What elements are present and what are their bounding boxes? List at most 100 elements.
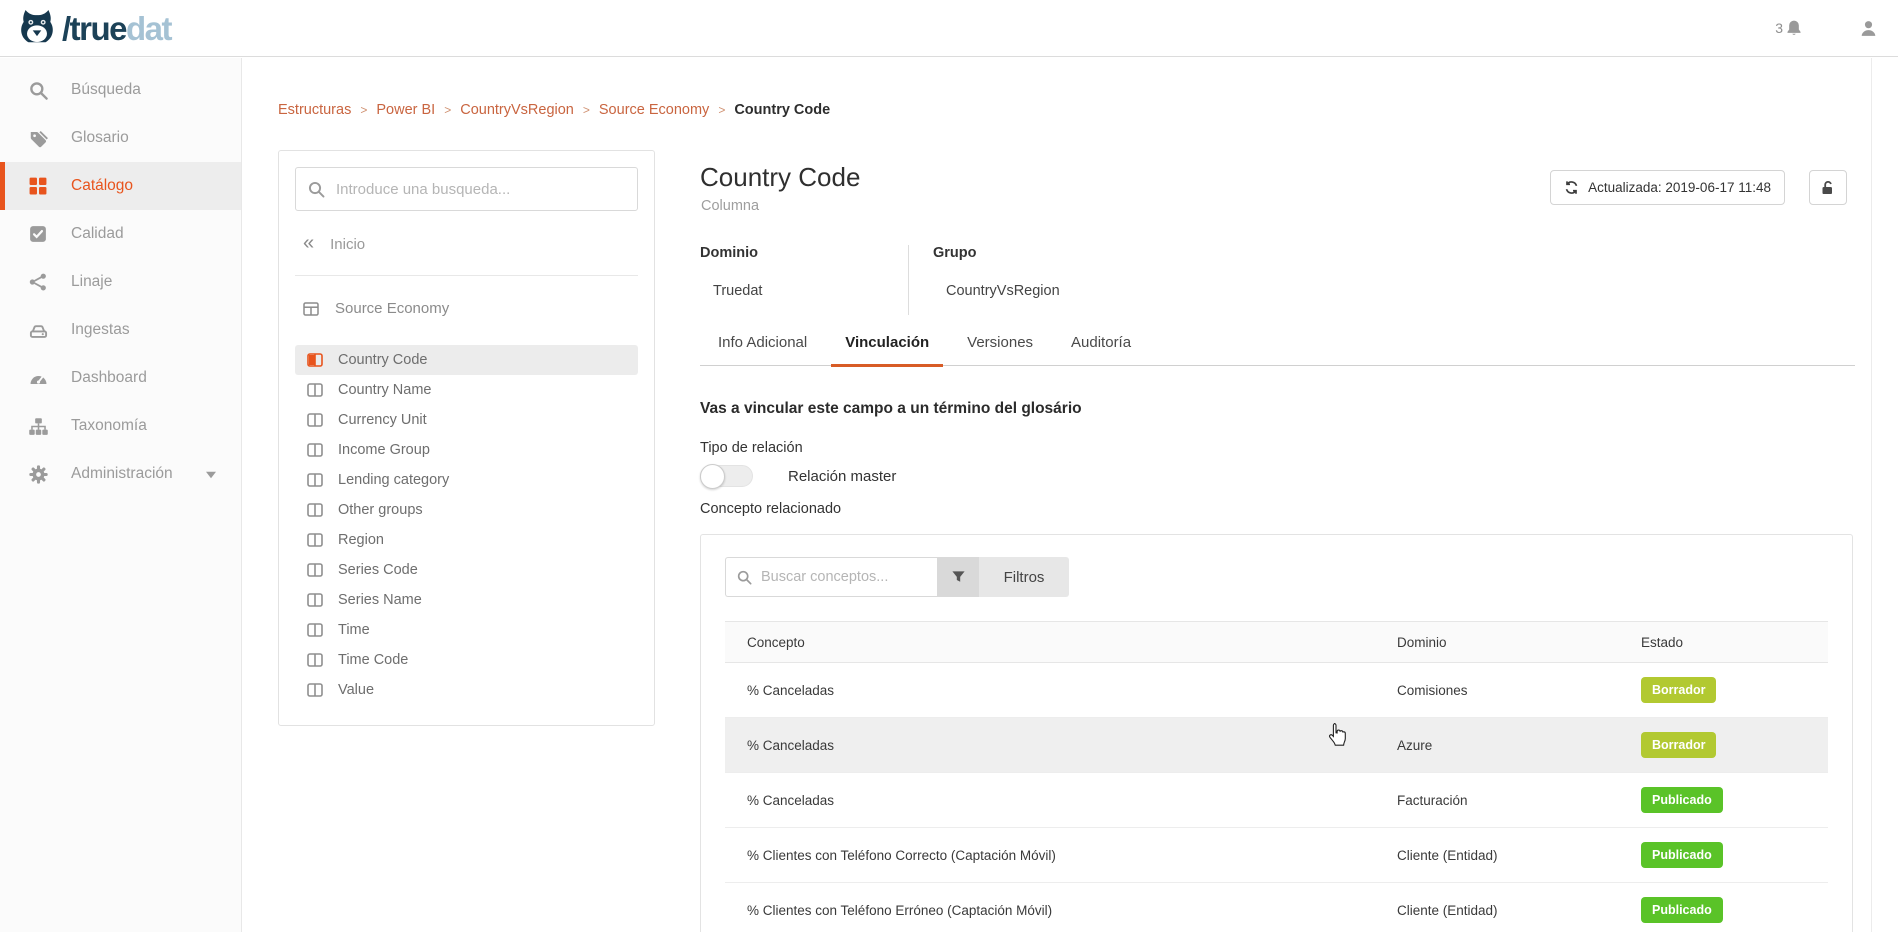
structure-column-country-name[interactable]: Country Name — [295, 375, 638, 405]
glossary-link-section: Vas a vincular este campo a un término d… — [700, 390, 1082, 517]
table-row[interactable]: % Clientes con Teléfono Correcto (Captac… — [725, 828, 1828, 883]
column-label: Other groups — [338, 502, 423, 518]
breadcrumb-separator: > — [718, 103, 725, 117]
structure-search-input[interactable] — [336, 181, 625, 198]
meta-label: Dominio — [700, 245, 908, 261]
column-icon — [307, 653, 323, 667]
table-row[interactable]: % CanceladasComisionesBorrador — [725, 663, 1828, 718]
status-badge: Borrador — [1641, 677, 1716, 703]
sidebar-item-busqueda[interactable]: Búsqueda — [0, 66, 241, 114]
toggle-knob — [700, 464, 725, 489]
updated-button[interactable]: Actualizada: 2019-06-17 11:48 — [1550, 170, 1785, 205]
sidebar-item-label: Glosario — [71, 129, 129, 147]
sidebar-item-administracion[interactable]: Administración — [0, 450, 241, 498]
column-label: Series Name — [338, 592, 422, 608]
detail-actions: Actualizada: 2019-06-17 11:48 — [1550, 170, 1847, 205]
concepts-search-row: Filtros — [725, 557, 1828, 597]
gear-icon — [29, 465, 48, 484]
structure-column-time[interactable]: Time — [295, 615, 638, 645]
structure-back-link[interactable]: « Inicio — [303, 236, 638, 253]
status-badge: Publicado — [1641, 897, 1723, 923]
meta-value: Truedat — [713, 283, 908, 299]
structure-parent-item[interactable]: Source Economy — [303, 300, 638, 317]
user-menu-button[interactable] — [1859, 19, 1878, 38]
concepts-search-input[interactable] — [761, 569, 926, 585]
structure-column-other-groups[interactable]: Other groups — [295, 495, 638, 525]
top-navbar: /truedat 3 — [0, 0, 1898, 57]
breadcrumb-link-countryvsregion[interactable]: CountryVsRegion — [460, 102, 574, 118]
notification-count: 3 — [1775, 20, 1783, 36]
related-concept-label: Concepto relacionado — [700, 501, 1082, 517]
cell-estado: Publicado — [1641, 897, 1828, 923]
unlock-button[interactable] — [1809, 170, 1847, 205]
sidebar-item-dashboard[interactable]: Dashboard — [0, 354, 241, 402]
cell-dominio: Facturación — [1397, 793, 1641, 808]
column-header-dominio: Dominio — [1397, 635, 1641, 650]
filters-label: Filtros — [1004, 569, 1045, 586]
notifications-button[interactable]: 3 — [1775, 19, 1803, 37]
sidebar-item-linaje[interactable]: Linaje — [0, 258, 241, 306]
tab-auditoria[interactable]: Auditoría — [1057, 322, 1145, 365]
page-title: Country Code — [700, 162, 860, 193]
table-icon — [303, 301, 319, 317]
concepts-table: Concepto Dominio Estado % CanceladasComi… — [725, 621, 1828, 932]
column-icon — [307, 623, 323, 637]
relation-type-label: Tipo de relación — [700, 440, 1082, 456]
sidebar-item-ingestas[interactable]: Ingestas — [0, 306, 241, 354]
sidebar-item-label: Catálogo — [71, 177, 133, 195]
bell-icon — [1785, 19, 1803, 37]
breadcrumb-link-source-economy[interactable]: Source Economy — [599, 102, 709, 118]
user-icon — [1859, 19, 1878, 38]
column-icon — [307, 443, 323, 457]
concepts-table-body: % CanceladasComisionesBorrador% Cancelad… — [725, 663, 1828, 932]
breadcrumb-link-estructuras[interactable]: Estructuras — [278, 102, 351, 118]
structure-column-time-code[interactable]: Time Code — [295, 645, 638, 675]
structure-column-currency-unit[interactable]: Currency Unit — [295, 405, 638, 435]
structure-column-value[interactable]: Value — [295, 675, 638, 705]
tab-versiones[interactable]: Versiones — [953, 322, 1047, 365]
meta-dominio: Dominio Truedat — [700, 245, 908, 315]
cell-concepto: % Clientes con Teléfono Correcto (Captac… — [725, 848, 1397, 863]
link-section-heading: Vas a vincular este campo a un término d… — [700, 400, 1082, 418]
meta-value: CountryVsRegion — [946, 283, 1060, 299]
column-label: Region — [338, 532, 384, 548]
search-icon — [29, 81, 48, 100]
structure-column-country-code[interactable]: Country Code — [295, 345, 638, 375]
tab-vinculacion[interactable]: Vinculación — [831, 322, 943, 365]
meta-label: Grupo — [933, 245, 1060, 261]
breadcrumb-link-power-bi[interactable]: Power BI — [376, 102, 435, 118]
table-row[interactable]: % CanceladasFacturaciónPublicado — [725, 773, 1828, 828]
gauge-icon — [29, 369, 48, 388]
cell-concepto: % Canceladas — [725, 683, 1397, 698]
column-label: Currency Unit — [338, 412, 427, 428]
parent-item-label: Source Economy — [335, 300, 449, 317]
truedat-app: /truedat 3 — [0, 0, 1898, 932]
table-row[interactable]: % CanceladasAzureBorrador — [725, 718, 1828, 773]
structure-column-lending-category[interactable]: Lending category — [295, 465, 638, 495]
column-label: Lending category — [338, 472, 449, 488]
table-row[interactable]: % Clientes con Teléfono Erróneo (Captaci… — [725, 883, 1828, 932]
toggle-label: Relación master — [788, 468, 896, 485]
concepts-search — [725, 557, 937, 597]
tab-info-adicional[interactable]: Info Adicional — [704, 322, 821, 365]
breadcrumb-separator: > — [444, 103, 451, 117]
check-square-icon — [29, 225, 48, 244]
structure-column-income-group[interactable]: Income Group — [295, 435, 638, 465]
sidebar-item-taxonomia[interactable]: Taxonomía — [0, 402, 241, 450]
sidebar-item-glosario[interactable]: Glosario — [0, 114, 241, 162]
chevron-down-icon — [205, 469, 217, 480]
filter-funnel-button[interactable] — [937, 557, 979, 597]
breadcrumb-current: Country Code — [734, 102, 830, 118]
structure-column-region[interactable]: Region — [295, 525, 638, 555]
tags-icon — [29, 129, 48, 148]
meta-grupo: Grupo CountryVsRegion — [908, 245, 1060, 315]
sidebar-item-calidad[interactable]: Calidad — [0, 210, 241, 258]
cell-dominio: Azure — [1397, 738, 1641, 753]
truedat-logo[interactable]: /truedat — [16, 9, 171, 47]
column-icon — [307, 533, 323, 547]
structure-column-series-name[interactable]: Series Name — [295, 585, 638, 615]
sidebar-item-catalogo[interactable]: Catálogo — [0, 162, 241, 210]
relation-master-toggle[interactable] — [700, 465, 753, 487]
filters-button[interactable]: Filtros — [979, 557, 1069, 597]
structure-column-series-code[interactable]: Series Code — [295, 555, 638, 585]
